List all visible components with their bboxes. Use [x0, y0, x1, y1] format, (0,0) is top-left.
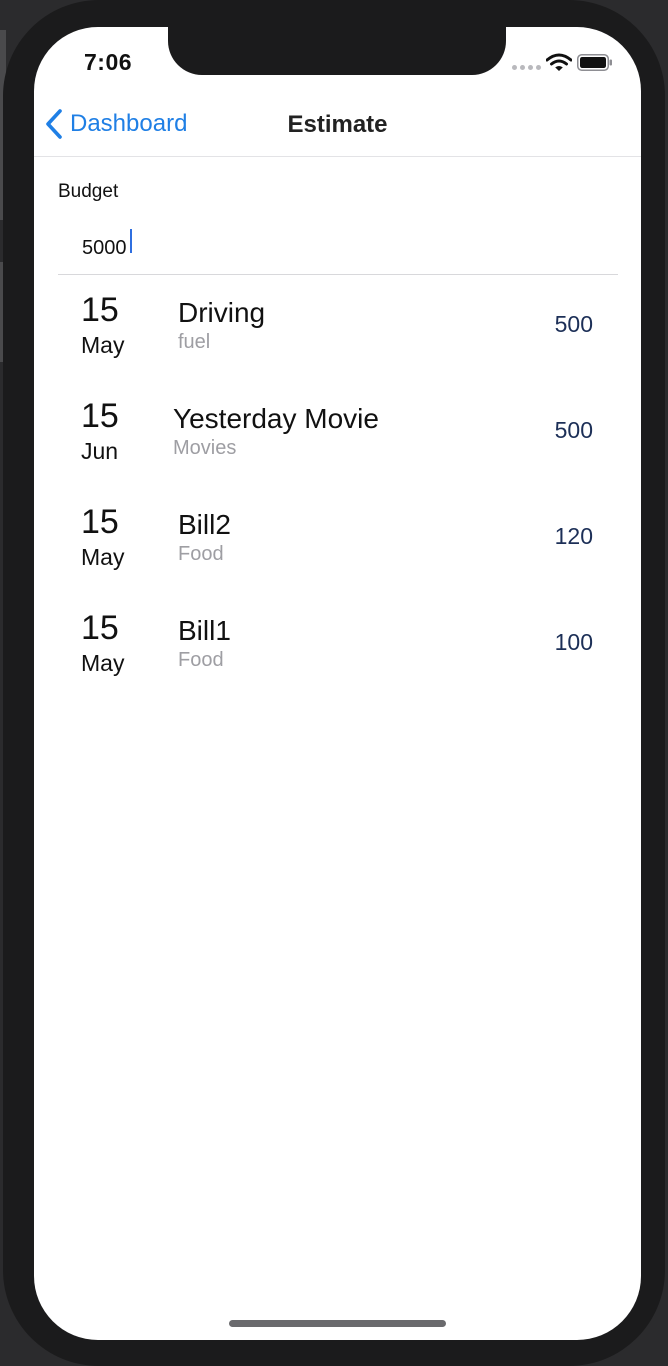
entry-amount: 500	[554, 417, 593, 443]
device-notch	[168, 27, 506, 75]
cellular-signal-icon	[512, 65, 542, 71]
entry-month: May	[81, 544, 125, 570]
entry-amount: 120	[554, 523, 593, 549]
entry-day: 15	[81, 397, 119, 435]
list-item[interactable]: 15 May Bill2 Food 120	[34, 489, 641, 595]
list-item[interactable]: 15 May Bill1 Food 100	[34, 595, 641, 701]
entry-day: 15	[81, 291, 119, 329]
list-item[interactable]: 15 May Driving fuel 500	[34, 277, 641, 383]
list-item[interactable]: 15 Jun Yesterday Movie Movies 500	[34, 383, 641, 489]
entry-name: Driving	[178, 297, 266, 328]
estimate-list: 15 May Driving fuel 500 15 Jun Yesterday…	[34, 277, 641, 701]
page-title: Estimate	[287, 111, 388, 138]
entry-name: Yesterday Movie	[173, 403, 379, 434]
wifi-icon	[546, 53, 572, 71]
status-time: 7:06	[84, 49, 133, 75]
navigation-bar: Dashboard Estimate	[34, 99, 641, 157]
entry-amount: 100	[554, 629, 593, 655]
budget-input[interactable]	[58, 223, 618, 275]
budget-label: Budget	[58, 181, 119, 202]
entry-day: 15	[81, 609, 119, 647]
text-caret	[130, 229, 132, 253]
app-screen: 7:06 Dashboard Estimate Budget 5000 15 M…	[34, 27, 641, 1340]
entry-category: Food	[178, 649, 224, 671]
entry-month: May	[81, 650, 125, 676]
entry-day: 15	[81, 503, 119, 541]
entry-category: Food	[178, 543, 224, 565]
battery-icon	[577, 54, 612, 71]
home-indicator[interactable]	[229, 1320, 446, 1327]
entry-name: Bill2	[178, 509, 231, 540]
entry-amount: 500	[554, 311, 593, 337]
entry-category: Movies	[173, 437, 237, 459]
entry-month: May	[81, 332, 125, 358]
entry-month: Jun	[81, 438, 119, 464]
entry-category: fuel	[178, 331, 211, 353]
entry-name: Bill1	[178, 615, 231, 646]
device-frame: 7:06 Dashboard Estimate Budget 5000 15 M…	[3, 0, 665, 1366]
